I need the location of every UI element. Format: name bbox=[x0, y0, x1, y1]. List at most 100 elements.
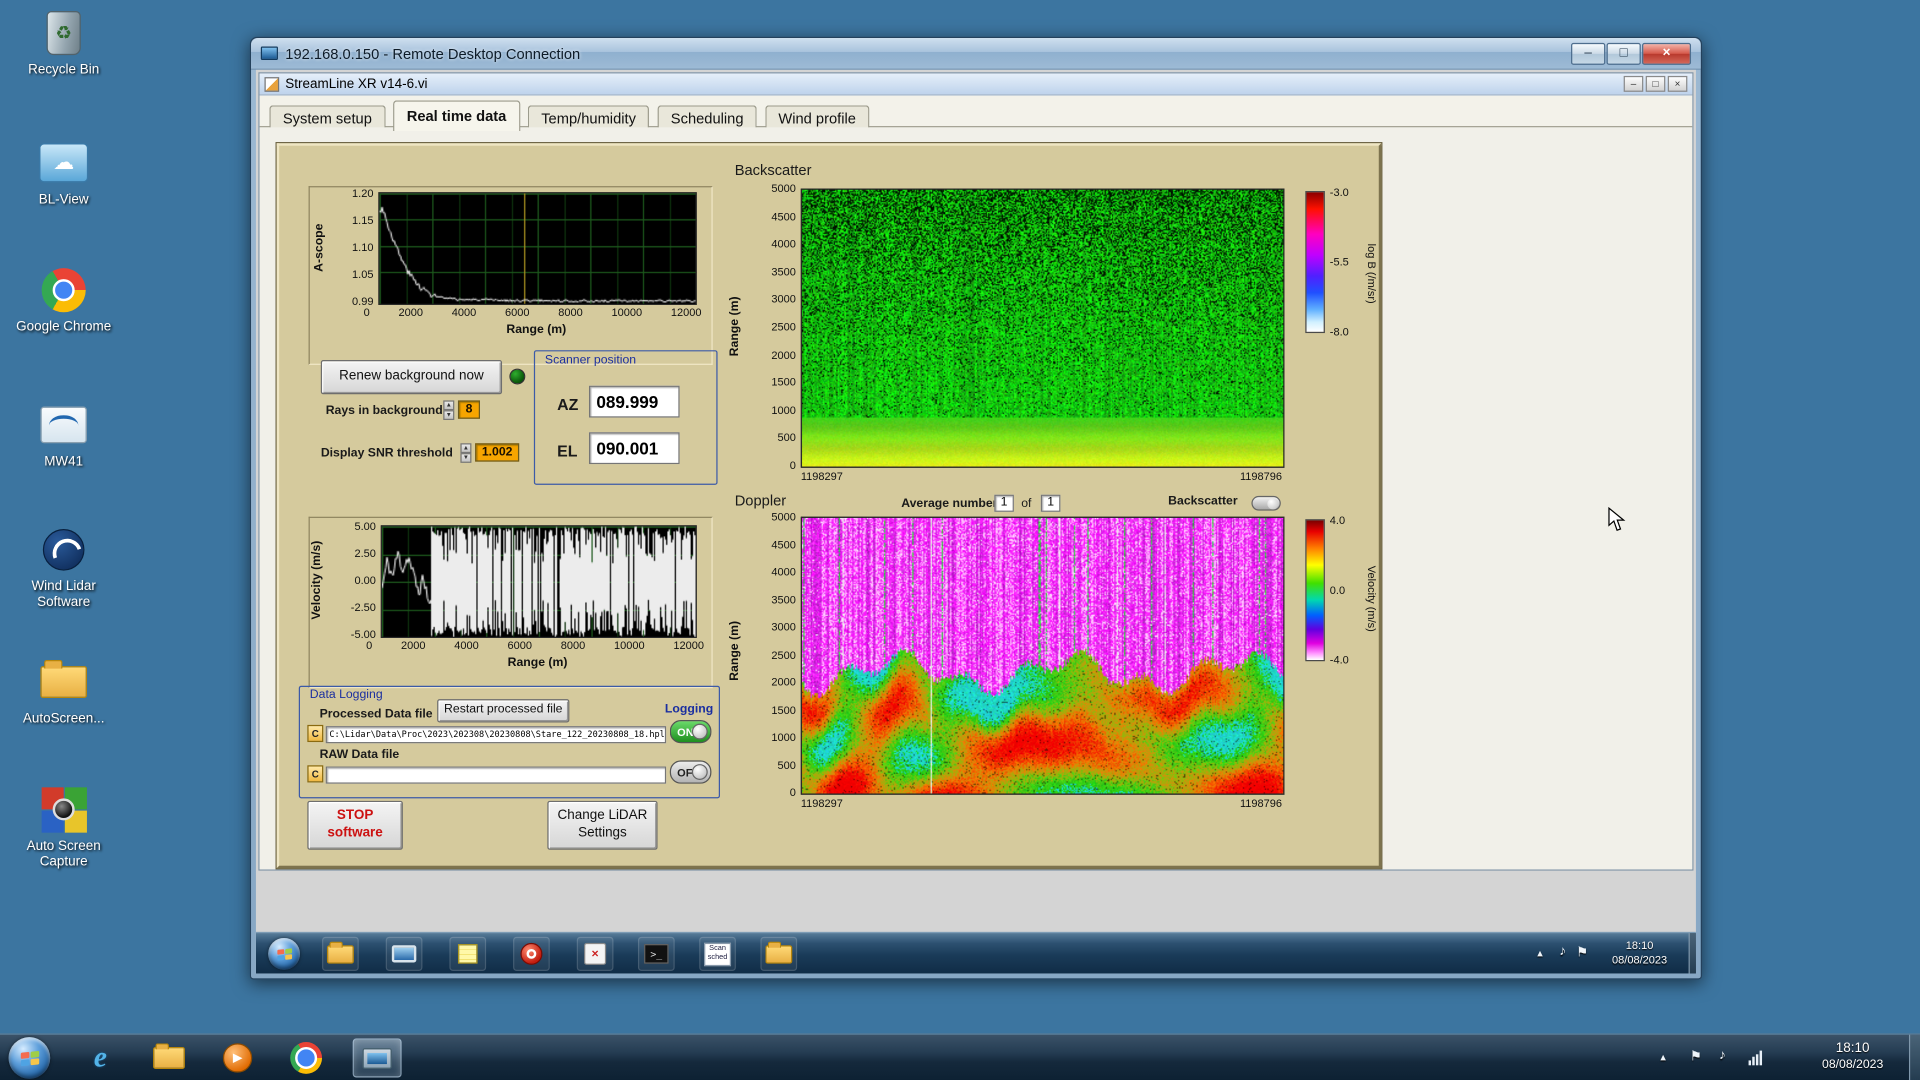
desktop-icon-wind-lidar[interactable]: Wind Lidar Software bbox=[15, 524, 113, 610]
action-center-icon[interactable]: ⚑ bbox=[1690, 1048, 1702, 1064]
doppler-x-end: 1198796 bbox=[1239, 797, 1283, 810]
remote-volume-icon[interactable]: ♪ bbox=[1559, 944, 1566, 959]
remote-task-power[interactable] bbox=[513, 936, 550, 972]
app-title-bar[interactable]: StreamLine XR v14-6.vi – □ × bbox=[259, 73, 1693, 96]
processed-path-field[interactable]: C:\Lidar\Data\Proc\2023\202308\20230808\… bbox=[325, 726, 667, 744]
tick-label: 2000 bbox=[771, 348, 796, 361]
renew-background-button[interactable]: Renew background now bbox=[320, 360, 503, 395]
display-snr-field[interactable]: 1.002 bbox=[475, 443, 520, 462]
ascope-y-axis-label: A-scope bbox=[312, 223, 327, 272]
tick-label: -8.0 bbox=[1329, 325, 1349, 338]
tick-label: 3500 bbox=[771, 593, 796, 606]
tick-label: 1500 bbox=[771, 703, 796, 716]
desktop-icon-label: Recycle Bin bbox=[28, 62, 100, 78]
desktop-icon-recycle-bin[interactable]: ♻ Recycle Bin bbox=[15, 7, 113, 78]
rdp-window-icon bbox=[260, 46, 278, 61]
remote-start-button[interactable] bbox=[268, 937, 301, 970]
remote-show-desktop-button[interactable] bbox=[1688, 933, 1696, 974]
snr-spinner[interactable]: ▲ ▼ bbox=[460, 443, 472, 463]
raw-path-field[interactable] bbox=[325, 766, 667, 784]
tick-label: 4500 bbox=[771, 538, 796, 551]
el-field[interactable]: 090.001 bbox=[588, 432, 680, 465]
remote-clock[interactable]: 18:10 08/08/2023 bbox=[1600, 939, 1678, 968]
remote-action-center-icon[interactable]: ⚑ bbox=[1576, 944, 1588, 960]
desktop-icon-autoscreen-folder[interactable]: AutoScreen... bbox=[15, 656, 113, 727]
taskbar-item-remote-desktop[interactable] bbox=[352, 1038, 402, 1078]
background-led bbox=[509, 368, 526, 385]
remote-task-app[interactable]: × bbox=[576, 936, 614, 972]
tick-label: 1500 bbox=[771, 376, 796, 389]
tick-label: 2000 bbox=[398, 306, 424, 319]
rdp-maximize-button[interactable]: □ bbox=[1606, 42, 1641, 65]
show-desktop-button[interactable] bbox=[1908, 1034, 1920, 1080]
tick-label: 3500 bbox=[771, 265, 796, 278]
internet-explorer-icon: e bbox=[93, 1041, 107, 1074]
tick-label: 6000 bbox=[507, 639, 533, 652]
desktop-icon-mw41[interactable]: MW41 bbox=[15, 399, 113, 470]
backscatter-colorbar-ticks: -3.0 -5.5 -8.0 bbox=[1330, 186, 1364, 338]
tab-real-time-data[interactable]: Real time data bbox=[393, 100, 520, 132]
remote-task-folder[interactable] bbox=[760, 936, 798, 972]
az-field[interactable]: 089.999 bbox=[588, 385, 680, 418]
tick-label: 10000 bbox=[613, 639, 645, 652]
desktop-icon-google-chrome[interactable]: Google Chrome bbox=[15, 264, 113, 335]
network-icon[interactable] bbox=[1748, 1050, 1763, 1066]
computer-icon bbox=[391, 945, 417, 963]
remote-task-notes[interactable] bbox=[449, 936, 487, 972]
remote-task-computer[interactable] bbox=[385, 936, 423, 972]
explorer-icon bbox=[153, 1043, 185, 1069]
mw41-icon bbox=[40, 406, 87, 444]
desktop-icon-auto-screen-capture[interactable]: Auto Screen Capture bbox=[15, 784, 113, 870]
velocity-x-ticks: 0 2000 4000 6000 8000 10000 12000 bbox=[366, 639, 704, 651]
taskbar-item-chrome[interactable] bbox=[282, 1038, 331, 1077]
tick-label: -4.0 bbox=[1329, 653, 1349, 667]
of-label: of bbox=[1021, 497, 1032, 511]
rays-spinner[interactable]: ▲ ▼ bbox=[443, 400, 455, 421]
tick-label: 4.0 bbox=[1329, 514, 1346, 527]
average-number-field[interactable]: 1 bbox=[994, 494, 1014, 512]
rays-in-background-field[interactable]: 8 bbox=[457, 400, 481, 419]
restart-processed-file-button[interactable]: Restart processed file bbox=[437, 699, 570, 723]
remote-tray-expand-icon[interactable]: ▴ bbox=[1537, 947, 1543, 960]
remote-task-terminal[interactable]: >_ bbox=[637, 936, 675, 972]
processed-logging-toggle[interactable]: ON bbox=[669, 720, 712, 744]
start-button[interactable] bbox=[8, 1037, 51, 1079]
ascope-x-ticks: 0 2000 4000 6000 8000 10000 12000 bbox=[364, 306, 702, 318]
backscatter-toggle[interactable] bbox=[1251, 495, 1281, 511]
app-restore-button[interactable]: □ bbox=[1645, 75, 1666, 92]
remote-task-explorer[interactable] bbox=[322, 936, 359, 972]
rdp-close-button[interactable]: × bbox=[1642, 42, 1692, 65]
rdp-minimize-button[interactable]: – bbox=[1571, 42, 1606, 65]
processed-data-file-label: Processed Data file bbox=[319, 707, 433, 722]
chrome-icon bbox=[41, 268, 86, 313]
desktop-icon-bl-view[interactable]: ☁ BL-View bbox=[15, 137, 113, 208]
rdp-title-bar[interactable]: 192.168.0.150 - Remote Desktop Connectio… bbox=[251, 37, 1701, 70]
remote-taskbar: × >_ Scan sched ▴ ♪ ⚑ 18:10 08/08/2023 bbox=[255, 931, 1696, 974]
tick-label: 1.15 bbox=[352, 214, 374, 227]
desktop: ♻ Recycle Bin ☁ BL-View Google Chrome MW… bbox=[0, 0, 1920, 1080]
taskbar-item-explorer[interactable] bbox=[144, 1038, 193, 1077]
display-snr-label: Display SNR threshold bbox=[320, 446, 453, 461]
app-close-button[interactable]: × bbox=[1667, 75, 1688, 92]
rdp-icon bbox=[362, 1047, 392, 1069]
taskbar-item-internet-explorer[interactable]: e bbox=[76, 1038, 125, 1077]
tick-label: 12000 bbox=[673, 639, 704, 652]
taskbar-item-media-player[interactable]: ▶ bbox=[213, 1038, 262, 1077]
tray-expand-icon[interactable]: ▴ bbox=[1660, 1051, 1666, 1064]
raw-logging-toggle[interactable]: OFF bbox=[669, 760, 712, 784]
volume-icon[interactable]: ♪ bbox=[1719, 1048, 1726, 1063]
ascope-plot-group: A-scope 1.20 1.15 1.10 1.05 0.99 0 2000 4000 60… bbox=[308, 186, 713, 365]
average-of-field[interactable]: 1 bbox=[1040, 494, 1061, 512]
change-lidar-settings-button[interactable]: Change LiDAR Settings bbox=[547, 800, 658, 850]
drive-icon: C bbox=[307, 765, 324, 783]
app-minimize-button[interactable]: – bbox=[1623, 75, 1644, 92]
stop-software-button[interactable]: STOP software bbox=[307, 800, 403, 850]
app-window-icon bbox=[264, 76, 280, 92]
remote-clock-date: 08/08/2023 bbox=[1612, 953, 1668, 966]
average-number-label: Average number bbox=[901, 497, 998, 511]
remote-task-scan-sched[interactable]: Scan sched bbox=[699, 936, 736, 972]
tick-label: 2500 bbox=[771, 648, 796, 661]
doppler-colorbar-label: Velocity (m/s) bbox=[1365, 565, 1378, 632]
clock[interactable]: 18:10 08/08/2023 bbox=[1810, 1041, 1896, 1073]
backscatter-colorbar-label: log B (/m/sr) bbox=[1365, 244, 1378, 305]
